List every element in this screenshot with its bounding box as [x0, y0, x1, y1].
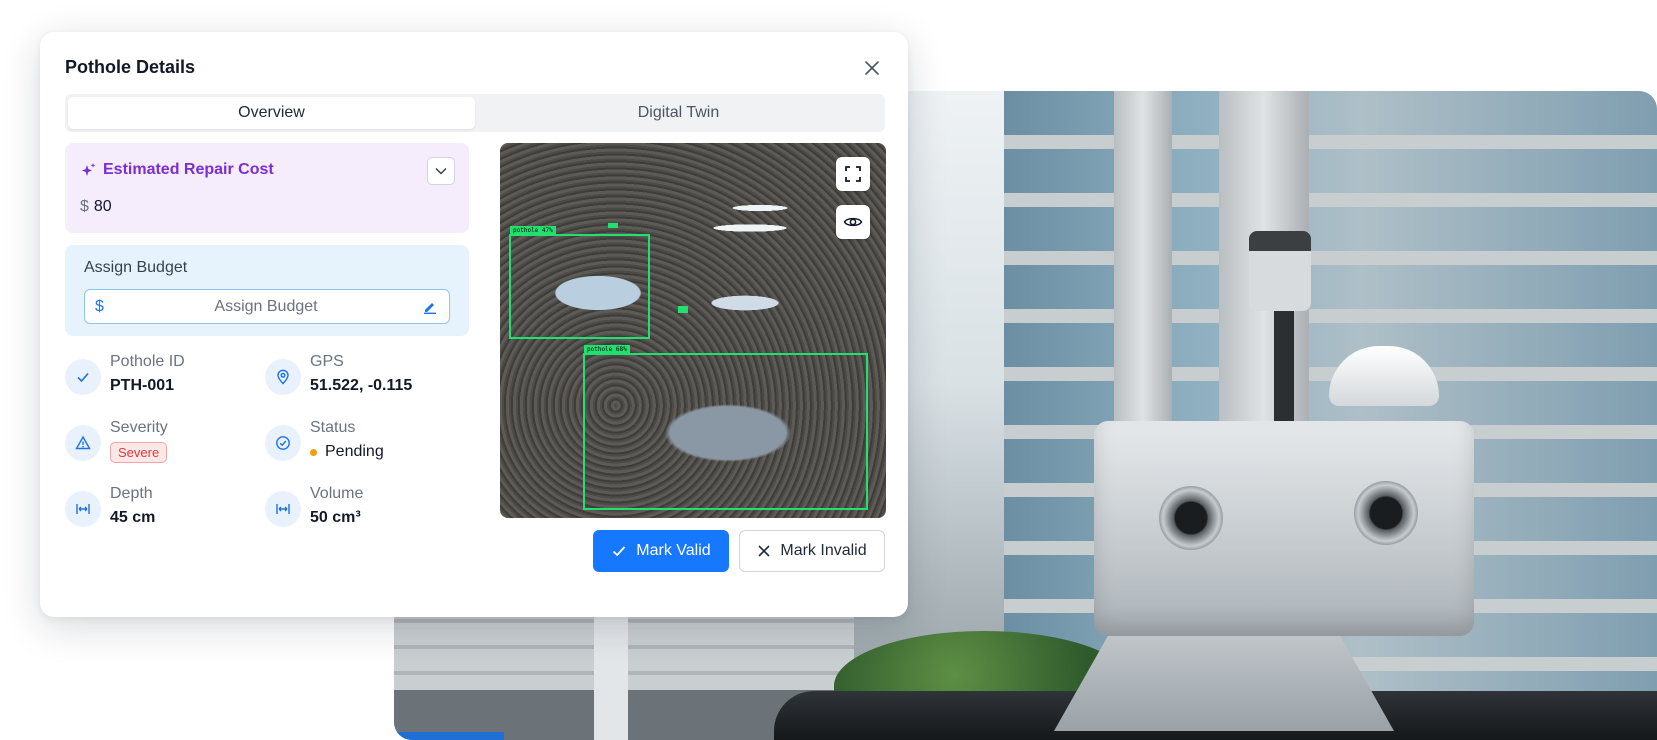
severity-label: Severity	[110, 419, 168, 436]
warning-icon	[75, 435, 91, 450]
repair-cost-value: 80	[93, 198, 112, 215]
background-camera-housing	[1094, 421, 1474, 636]
gps-item: GPS 51.522, -0.115	[265, 353, 455, 403]
detection-bounding-box: pothole 47%	[509, 226, 650, 339]
mark-invalid-button[interactable]: Mark Invalid	[739, 530, 885, 572]
gps-value: 51.522, -0.115	[310, 377, 413, 394]
currency-symbol: $	[80, 198, 89, 215]
detection-bounding-box: pothole 68%	[583, 345, 868, 510]
detection-marker	[678, 306, 688, 313]
modal-title: Pothole Details	[65, 57, 196, 77]
measure-icon	[276, 504, 290, 514]
collapse-button[interactable]	[427, 157, 455, 185]
toggle-visibility-button[interactable]	[836, 205, 870, 239]
check-icon	[77, 372, 89, 383]
sparkle-icon	[82, 163, 96, 176]
gps-label: GPS	[310, 353, 344, 370]
background-accent-bar	[394, 732, 504, 740]
pothole-id-value: PTH-001	[110, 377, 175, 394]
pothole-id-item: Pothole ID PTH-001	[65, 353, 255, 403]
pothole-details-modal: Pothole Details Overview Digital Twin Es…	[40, 32, 908, 617]
eye-icon	[843, 217, 863, 227]
status-text: Pending	[325, 443, 384, 460]
depth-item: Depth 45 cm	[65, 485, 255, 535]
estimated-repair-cost-card: Estimated Repair Cost $80	[65, 143, 469, 233]
info-icon-wrapper	[65, 359, 101, 395]
repair-cost-amount: $80	[80, 198, 112, 216]
info-icon-wrapper	[265, 491, 301, 527]
depth-label: Depth	[110, 485, 153, 502]
info-icon-wrapper	[65, 425, 101, 461]
detection-marker	[608, 223, 618, 228]
close-icon	[758, 545, 770, 557]
info-icon-wrapper	[265, 359, 301, 395]
tab-bar: Overview Digital Twin	[65, 94, 885, 132]
info-icon-wrapper	[65, 491, 101, 527]
assign-budget-card: Assign Budget $	[65, 245, 469, 336]
pencil-icon	[424, 302, 436, 314]
severity-item: Severity Severe	[65, 419, 255, 469]
info-icon-wrapper	[265, 425, 301, 461]
mark-valid-button[interactable]: Mark Valid	[593, 530, 729, 572]
measure-icon	[76, 504, 90, 514]
volume-item: Volume 50 cm³	[265, 485, 455, 535]
pothole-detection-image[interactable]: pothole 47% pothole 68%	[500, 143, 886, 518]
severity-badge: Severe	[110, 442, 168, 463]
assign-budget-input[interactable]	[111, 297, 421, 316]
repair-cost-header: Estimated Repair Cost	[81, 161, 274, 179]
assign-budget-field[interactable]: $	[84, 289, 450, 324]
chevron-down-icon	[435, 167, 447, 175]
status-dot	[310, 448, 317, 456]
detection-label: pothole 47%	[510, 226, 556, 235]
fullscreen-icon	[845, 166, 861, 182]
mark-invalid-label: Mark Invalid	[780, 542, 867, 559]
depth-value: 45 cm	[110, 509, 156, 526]
status-value: Pending	[310, 443, 384, 461]
background-lidar-pole	[1274, 291, 1294, 431]
location-pin-icon	[277, 369, 289, 385]
status-label: Status	[310, 419, 356, 436]
close-button[interactable]	[858, 54, 886, 82]
tab-overview[interactable]: Overview	[68, 97, 475, 129]
check-icon	[613, 546, 626, 557]
close-icon	[865, 61, 879, 75]
mark-valid-label: Mark Valid	[636, 542, 711, 559]
volume-value: 50 cm³	[310, 509, 361, 526]
background-camera-lens	[1354, 481, 1418, 545]
volume-label: Volume	[310, 485, 364, 502]
status-item: Status Pending	[265, 419, 455, 469]
edit-button[interactable]	[421, 298, 439, 316]
detection-label: pothole 68%	[584, 345, 630, 354]
background-lidar-sensor	[1249, 231, 1311, 311]
pothole-id-label: Pothole ID	[110, 353, 185, 370]
repair-cost-title: Estimated Repair Cost	[103, 161, 274, 178]
dollar-icon: $	[95, 297, 104, 315]
assign-budget-label: Assign Budget	[84, 259, 188, 276]
fullscreen-button[interactable]	[836, 157, 870, 191]
background-camera-lens	[1159, 486, 1223, 550]
check-circle-icon	[276, 436, 290, 450]
tab-digital-twin[interactable]: Digital Twin	[475, 97, 882, 129]
